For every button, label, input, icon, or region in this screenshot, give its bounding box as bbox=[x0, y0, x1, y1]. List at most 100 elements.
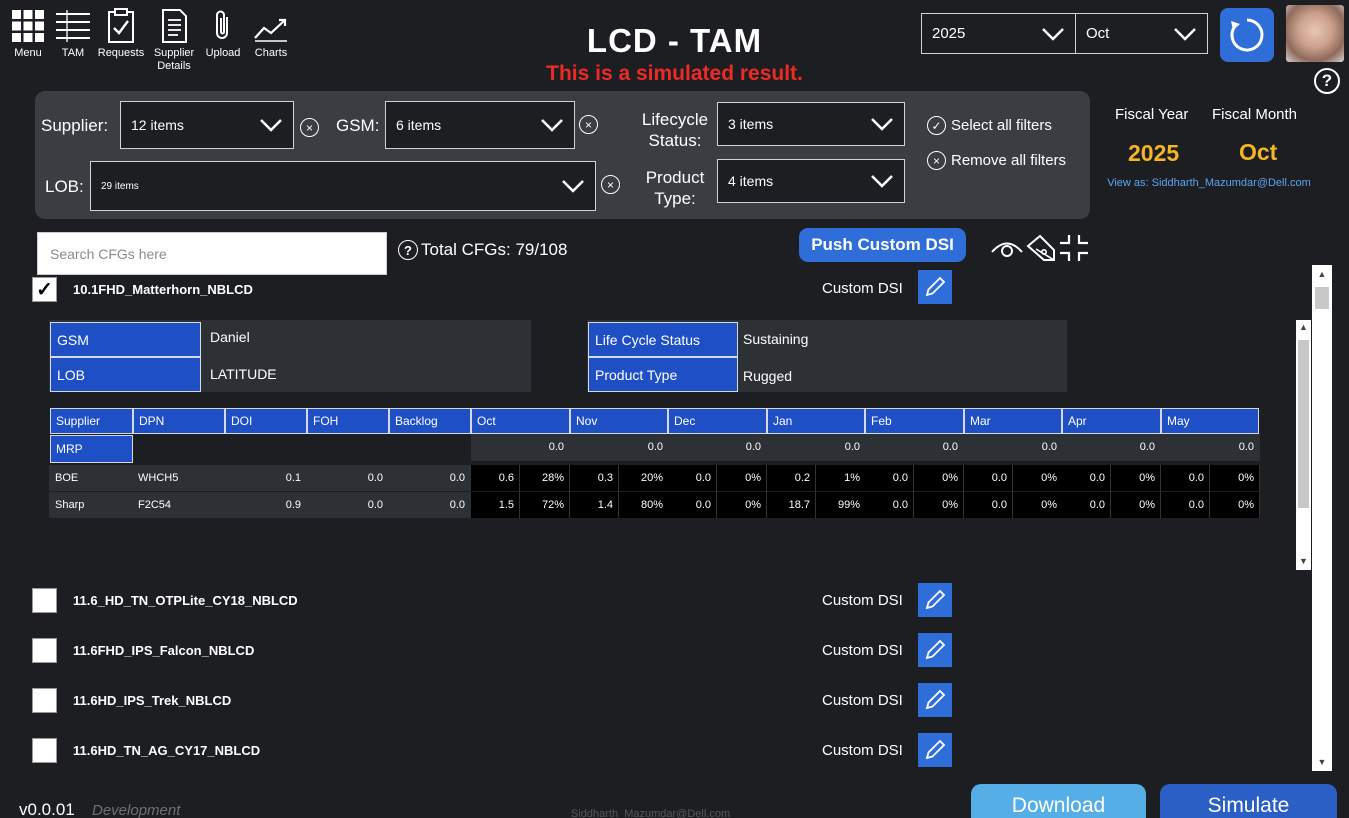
cfg-checkbox[interactable] bbox=[32, 638, 57, 663]
grid-header-month: Feb bbox=[865, 408, 964, 434]
gsm-filter-label: GSM: bbox=[336, 116, 380, 135]
fiscal-month-label: Fiscal Month bbox=[1212, 106, 1298, 123]
edit-dsi-button[interactable] bbox=[918, 633, 952, 667]
nav-label: Menu bbox=[14, 47, 42, 59]
scroll-up-arrow[interactable]: ▲ bbox=[1296, 322, 1311, 332]
month-select[interactable]: Oct bbox=[1075, 13, 1208, 54]
chevron-down-icon bbox=[562, 180, 584, 193]
avatar[interactable] bbox=[1286, 5, 1344, 62]
fiscal-year-value: 2025 bbox=[1128, 140, 1180, 166]
simulate-button[interactable]: Simulate bbox=[1160, 784, 1337, 818]
paperclip-icon bbox=[216, 10, 228, 39]
refresh-button[interactable] bbox=[1220, 8, 1274, 62]
doi-cell: 0.9 bbox=[285, 499, 301, 511]
custom-dsi-label: Custom DSI bbox=[822, 592, 903, 609]
edit-dsi-button[interactable] bbox=[918, 270, 952, 304]
help-icon[interactable]: ? bbox=[1314, 68, 1340, 94]
lob-filter-select[interactable]: 29 items bbox=[90, 161, 596, 211]
page-scroll-thumb[interactable] bbox=[1315, 287, 1329, 309]
mrp-value: 0.0 bbox=[942, 441, 958, 453]
month-percent: 28% bbox=[541, 472, 564, 484]
edit-dsi-button[interactable] bbox=[918, 583, 952, 617]
nav-charts[interactable]: Charts bbox=[249, 8, 293, 60]
scroll-up-arrow[interactable]: ▲ bbox=[1312, 269, 1332, 279]
grid-header-month: Oct bbox=[471, 408, 570, 434]
grid-header-doi: DOI bbox=[225, 408, 307, 434]
eye-icon[interactable] bbox=[990, 235, 1024, 261]
lob-value: LATITUDE bbox=[210, 366, 277, 382]
checklist-icon bbox=[108, 8, 134, 43]
clear-lob-icon[interactable]: × bbox=[601, 175, 620, 194]
nav-supplier-details[interactable]: Supplier Details bbox=[149, 8, 199, 73]
page-scrollbar[interactable]: ▲ ▼ bbox=[1312, 265, 1332, 771]
pen-nib-icon[interactable] bbox=[1024, 232, 1058, 264]
month-percent: 20% bbox=[640, 472, 663, 484]
month-value: 0.0 bbox=[892, 472, 908, 484]
nav-requests[interactable]: Requests bbox=[95, 8, 147, 60]
view-as-user: View as: Siddharth_Mazumdar@Dell.com bbox=[1107, 177, 1311, 189]
fiscal-year-label: Fiscal Year bbox=[1115, 106, 1189, 123]
grid-header-dpn: DPN bbox=[133, 408, 225, 434]
download-button[interactable]: Download bbox=[971, 784, 1146, 818]
nav-label: Charts bbox=[254, 47, 288, 59]
lob-filter-value: 29 items bbox=[101, 180, 139, 192]
product-type-filter-label: Product Type: bbox=[637, 167, 713, 209]
supplier-filter-select[interactable]: 12 items bbox=[120, 101, 294, 149]
gsm-value: Daniel bbox=[210, 329, 250, 345]
simulation-notice: This is a simulated result. bbox=[546, 62, 803, 85]
edit-dsi-button[interactable] bbox=[918, 733, 952, 767]
supplier-filter-value: 12 items bbox=[131, 117, 184, 133]
cfg-checkbox[interactable] bbox=[32, 688, 57, 713]
supplier-filter-label: Supplier: bbox=[41, 116, 109, 135]
product-type-value: Rugged bbox=[743, 368, 793, 384]
total-cfgs: ? Total CFGs: 79/108 bbox=[398, 240, 567, 260]
supplier-cell: BOE bbox=[55, 472, 79, 484]
grid-scroll-thumb[interactable] bbox=[1298, 340, 1309, 508]
check-circle-icon: ✓ bbox=[927, 116, 946, 135]
grid-scrollbar[interactable]: ▲ ▼ bbox=[1296, 320, 1311, 570]
search-input[interactable] bbox=[37, 232, 387, 275]
help-icon[interactable]: ? bbox=[398, 240, 418, 260]
product-type-filter-select[interactable]: 4 items bbox=[717, 159, 905, 203]
mrp-value: 0.0 bbox=[1238, 441, 1254, 453]
lifecycle-filter-label: Lifecycle Status: bbox=[637, 109, 713, 151]
lifecycle-filter-select[interactable]: 3 items bbox=[717, 102, 905, 146]
cfg-name: 11.6_HD_TN_OTPLite_CY18_NBLCD bbox=[73, 593, 298, 608]
year-select[interactable]: 2025 bbox=[921, 13, 1076, 54]
scroll-down-arrow[interactable]: ▼ bbox=[1296, 556, 1311, 566]
footer-user-email: Siddharth_Mazumdar@Dell.com bbox=[571, 808, 731, 818]
month-percent: 72% bbox=[541, 499, 564, 511]
pencil-icon bbox=[925, 739, 946, 760]
mrp-value: 0.0 bbox=[548, 441, 564, 453]
month-percent: 0% bbox=[1041, 499, 1057, 511]
scroll-down-arrow[interactable]: ▼ bbox=[1312, 757, 1332, 767]
clear-gsm-icon[interactable]: × bbox=[579, 115, 598, 134]
select-all-filters-link[interactable]: ✓ Select all filters bbox=[927, 116, 1052, 135]
month-percent: 99% bbox=[837, 499, 860, 511]
cfg-checkbox[interactable] bbox=[32, 588, 57, 613]
mrp-value: 0.0 bbox=[647, 441, 663, 453]
cfg-checkbox[interactable] bbox=[32, 738, 57, 763]
gsm-filter-value: 6 items bbox=[396, 117, 442, 133]
nav-menu[interactable]: Menu bbox=[8, 8, 48, 60]
month-value: 0.0 bbox=[1188, 499, 1204, 511]
pencil-icon bbox=[925, 589, 946, 610]
push-custom-dsi-button[interactable]: Push Custom DSI bbox=[799, 228, 966, 262]
life-cycle-status-value: Sustaining bbox=[743, 331, 809, 347]
clear-supplier-icon[interactable]: × bbox=[300, 118, 319, 137]
mrp-value: 0.0 bbox=[1041, 441, 1057, 453]
nav-tam[interactable]: TAM bbox=[53, 8, 93, 60]
lifecycle-label-line1: Lifecycle bbox=[641, 110, 709, 129]
month-value: 0.3 bbox=[597, 472, 613, 484]
gsm-filter-select[interactable]: 6 items bbox=[385, 101, 575, 149]
grid-header-month: Nov bbox=[570, 408, 668, 434]
month-percent: 0% bbox=[1139, 472, 1155, 484]
chevron-down-icon bbox=[871, 175, 893, 188]
nav-upload[interactable]: Upload bbox=[201, 8, 245, 60]
remove-all-filters-link[interactable]: × Remove all filters bbox=[927, 151, 1066, 170]
edit-dsi-button[interactable] bbox=[918, 683, 952, 717]
chevron-down-icon bbox=[260, 119, 282, 132]
month-value: 0.0 bbox=[1188, 472, 1204, 484]
collapse-icon[interactable] bbox=[1058, 233, 1090, 263]
cfg-checkbox-checked[interactable]: ✓ bbox=[32, 277, 57, 302]
